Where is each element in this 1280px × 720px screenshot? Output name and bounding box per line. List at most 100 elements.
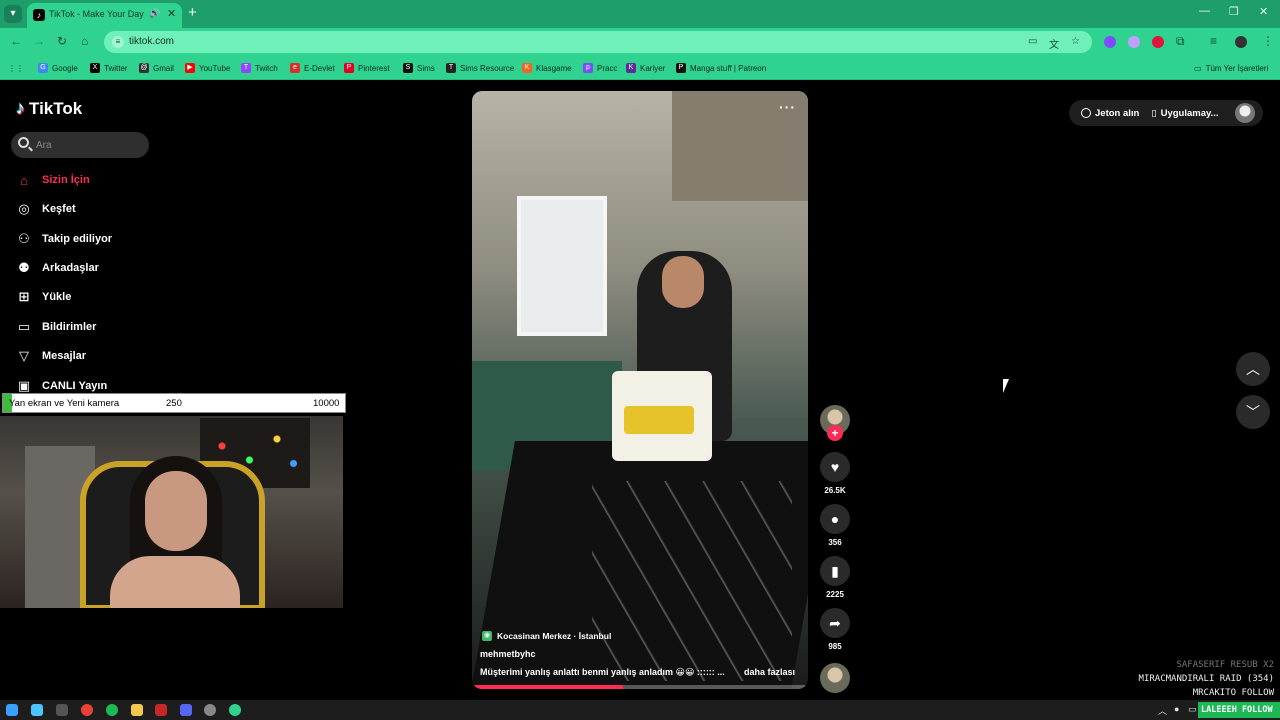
- profile-avatar-icon[interactable]: [1235, 36, 1247, 48]
- site-info-icon[interactable]: ≡: [112, 36, 124, 48]
- bookmark-star-icon[interactable]: ☆: [1071, 36, 1080, 47]
- follow-plus-icon[interactable]: +: [827, 425, 843, 441]
- bookmark-sims[interactable]: S Sims: [403, 61, 435, 75]
- windows-start-icon[interactable]: [6, 704, 18, 716]
- tiktok-logo[interactable]: ♪ TikTok: [16, 98, 82, 119]
- get-app-button[interactable]: ▯ Uygulamay...: [1151, 108, 1218, 119]
- media-controls-icon[interactable]: ≡: [1210, 34, 1217, 48]
- video-progress-bar[interactable]: [472, 685, 808, 689]
- more-options-icon[interactable]: ···: [779, 99, 796, 115]
- bookmark-kariyer[interactable]: K Kariyer: [626, 61, 665, 75]
- browser-tab-active[interactable]: ♪ TikTok - Make Your Day 🔊 ✕: [27, 3, 182, 28]
- restore-button[interactable]: ❐: [1229, 5, 1239, 18]
- taskbar-app-1-icon[interactable]: [31, 704, 43, 716]
- bookmark-manga-stuff-patreon[interactable]: P Manga stuff | Patreon: [676, 61, 766, 75]
- extension-2-icon[interactable]: [1128, 36, 1140, 48]
- share-button[interactable]: ➦ 985: [819, 608, 851, 651]
- bookmark-favicon-icon: @: [139, 63, 149, 73]
- back-arrow-icon[interactable]: ←: [10, 34, 22, 48]
- browser-toolbar: ← → ↻ ⌂ ≡ tiktok.com ▭ 文 ☆ ⧉ ≡ ⋮: [0, 28, 1280, 56]
- video-location[interactable]: ◉ Kocasinan Merkez · İstanbul: [482, 631, 611, 641]
- forward-arrow-icon[interactable]: →: [33, 34, 45, 48]
- bookmark-twitch[interactable]: T Twitch: [241, 61, 278, 75]
- bookmark-google[interactable]: G Google: [38, 61, 78, 75]
- bookmark-pinterest[interactable]: P Pinterest: [344, 61, 390, 75]
- video-username[interactable]: mehmetbyhc: [480, 649, 536, 659]
- discord-taskbar-icon[interactable]: [180, 704, 192, 716]
- heart-icon: ♥: [820, 452, 850, 482]
- translate-icon[interactable]: 文: [1049, 36, 1059, 51]
- video-player[interactable]: ··· ◉ Kocasinan Merkez · İstanbul mehmet…: [472, 91, 808, 689]
- chrome-taskbar-icon[interactable]: [81, 704, 93, 716]
- sidebar-item-label: Sizin İçin: [42, 174, 90, 186]
- sidebar-item-6[interactable]: ▽ Mesajlar: [16, 346, 86, 366]
- bookmark-favicon-icon: S: [403, 63, 413, 73]
- tab-title: TikTok - Make Your Day: [49, 9, 144, 19]
- home-button-icon[interactable]: ⌂: [81, 34, 88, 48]
- spotify-taskbar-icon[interactable]: [106, 704, 118, 716]
- bookmark-twitter[interactable]: X Twitter: [90, 61, 128, 75]
- sidebar-item-label: Keşfet: [42, 203, 76, 215]
- bookmark-pracc[interactable]: p Pracc: [583, 61, 617, 75]
- tiktok-favicon-icon: ♪: [33, 9, 45, 21]
- sidebar-item-3[interactable]: ⚉ Arkadaşlar: [16, 258, 99, 278]
- get-coins-button[interactable]: Jeton alın: [1081, 108, 1139, 119]
- bookmark-favicon-icon: P: [676, 63, 686, 73]
- bookmark-klasgame[interactable]: K Klasgame: [522, 61, 572, 75]
- speaker-icon[interactable]: 🔊: [149, 8, 160, 19]
- obs-taskbar-icon[interactable]: [204, 704, 216, 716]
- tray-chevron-icon[interactable]: ︿: [1158, 704, 1167, 717]
- video-scene-window: [517, 196, 607, 336]
- chrome-active-taskbar-icon[interactable]: [229, 704, 241, 716]
- search-input[interactable]: [36, 136, 141, 154]
- taskbar-app-2-icon[interactable]: [56, 704, 68, 716]
- sidebar-item-2[interactable]: ⚇ Takip ediliyor: [16, 229, 112, 249]
- install-app-icon[interactable]: ▭: [1028, 36, 1037, 47]
- chevron-up-icon: ︿: [1246, 361, 1260, 377]
- bookmarks-bar: ⋮⋮ G Google X Twitter @ Gmail ▶ YouTube T Twitch e…: [0, 56, 1280, 80]
- address-bar[interactable]: ≡ tiktok.com ▭ 文 ☆: [104, 31, 1092, 53]
- bookmark-gmail[interactable]: @ Gmail: [139, 61, 174, 75]
- close-tab-icon[interactable]: ✕: [167, 7, 176, 20]
- microphone-icon[interactable]: ●: [1174, 704, 1179, 714]
- all-bookmarks-folder[interactable]: ▭ Tüm Yer İşaretleri: [1194, 61, 1268, 75]
- extension-1-icon[interactable]: [1104, 36, 1116, 48]
- new-tab-button[interactable]: +: [188, 5, 197, 20]
- sidebar-item-0[interactable]: ⌂ Sizin İçin: [16, 170, 90, 190]
- live-icon: ▣: [17, 378, 31, 393]
- reload-icon[interactable]: ↻: [57, 34, 67, 48]
- home-icon: ⌂: [20, 172, 28, 188]
- extensions-puzzle-icon[interactable]: ⧉: [1176, 34, 1185, 49]
- bookmark-youtube[interactable]: ▶ YouTube: [185, 61, 230, 75]
- minimize-button[interactable]: —: [1199, 5, 1210, 17]
- next-video-button[interactable]: ﹀: [1236, 395, 1270, 429]
- mouse-cursor-icon: [1003, 379, 1009, 393]
- network-icon[interactable]: ▭: [1188, 704, 1197, 715]
- sidebar-item-label: Mesajlar: [42, 350, 87, 362]
- sidebar-item-4[interactable]: ⊞ Yükle: [16, 287, 72, 307]
- sidebar-item-1[interactable]: ◎ Keşfet: [16, 199, 76, 219]
- file-explorer-icon[interactable]: [131, 704, 143, 716]
- bookmark-label: E-Devlet: [304, 63, 335, 73]
- sidebar-item-label: Takip ediliyor: [42, 233, 113, 245]
- comment-button[interactable]: ● 356: [819, 504, 851, 547]
- search-box[interactable]: [11, 132, 149, 158]
- save-button[interactable]: ▮ 2225: [819, 556, 851, 599]
- sidebar-item-5[interactable]: ▭ Bildirimler: [16, 317, 97, 337]
- apps-grid-icon[interactable]: ⋮⋮: [8, 61, 24, 75]
- opera-extension-icon[interactable]: [1152, 36, 1164, 48]
- more-menu-icon[interactable]: ⋮: [1262, 34, 1274, 48]
- caption-more-link[interactable]: daha fazlası: [744, 667, 795, 677]
- user-avatar[interactable]: [1235, 103, 1255, 123]
- creator-avatar-button[interactable]: +: [819, 405, 851, 445]
- like-button[interactable]: ♥ 26.5K: [819, 452, 851, 495]
- bookmark-e-devlet[interactable]: e E-Devlet: [290, 61, 335, 75]
- stream-chat-alerts: SAFASERIF RESUB X2 MIRACMANDIRALI RAID (3…: [1139, 658, 1274, 700]
- taskbar-app-3-icon[interactable]: [155, 704, 167, 716]
- close-window-button[interactable]: ✕: [1259, 5, 1268, 18]
- previous-video-button[interactable]: ︿: [1236, 352, 1270, 386]
- bookmark-sims-resource[interactable]: T Sims Resource: [446, 61, 514, 75]
- tab-search-button[interactable]: ▾: [4, 5, 22, 23]
- comment-count: 356: [828, 538, 842, 547]
- sound-avatar-button[interactable]: [819, 663, 851, 693]
